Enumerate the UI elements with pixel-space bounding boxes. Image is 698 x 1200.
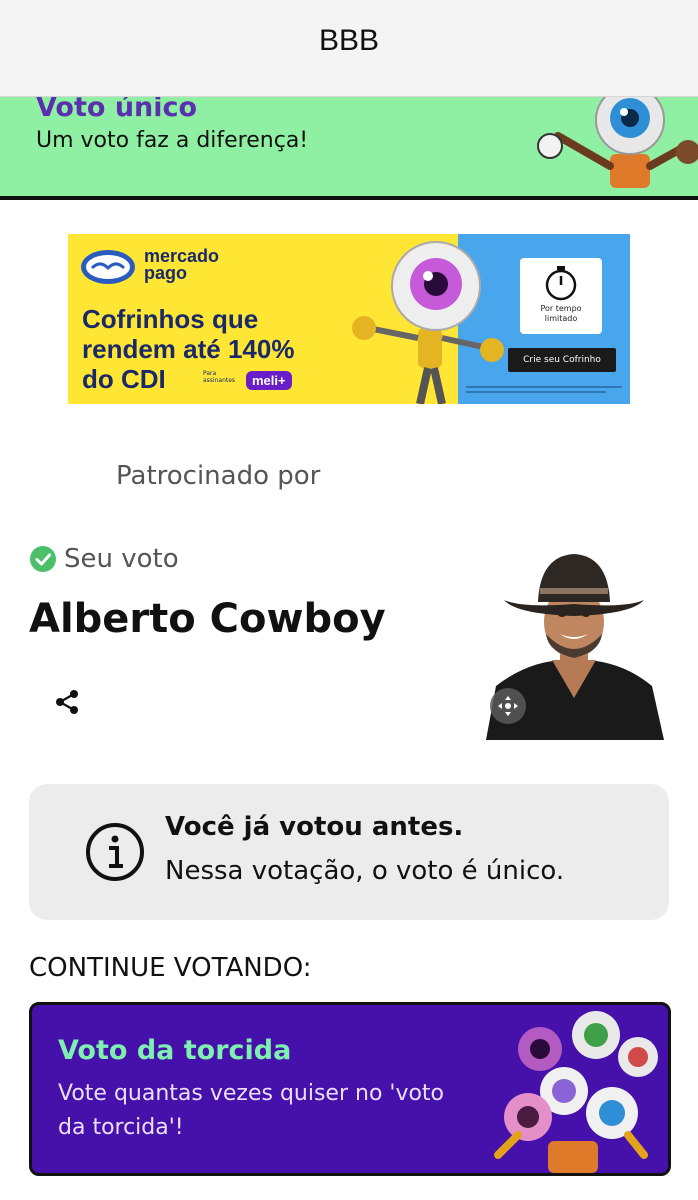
- move-arrows-icon[interactable]: [490, 688, 526, 724]
- vote-status-label: Seu voto: [64, 544, 179, 574]
- top-bar: BBB: [0, 0, 698, 97]
- ad-timer-text: Por tempo limitado: [520, 304, 602, 324]
- torcida-card-title: Voto da torcida: [58, 1035, 292, 1066]
- ad-headline-line1: Cofrinhos que: [82, 304, 259, 334]
- info-icon: [86, 823, 144, 881]
- handshake-logo-icon: [81, 250, 135, 284]
- ad-brand: mercado pago: [144, 247, 244, 283]
- voto-da-torcida-card[interactable]: Voto da torcida Vote quantas vezes quise…: [29, 1002, 671, 1176]
- mercado-pago-ad[interactable]: mercado pago Cofrinhos que rendem até 14…: [68, 234, 630, 404]
- meli-plus-badge: meli+: [246, 371, 292, 390]
- ad-headline-line2: rendem até 140%: [82, 334, 295, 364]
- ad-legal-lines: [466, 386, 622, 393]
- eye-mascots-group-icon: [494, 1011, 658, 1173]
- ad-timer-line2: limitado: [544, 314, 578, 323]
- stopwatch-icon: [545, 266, 577, 301]
- share-icon[interactable]: [53, 688, 81, 716]
- bbb-eye-mascot-icon: [537, 96, 698, 188]
- notice-title: Você já votou antes.: [165, 812, 464, 842]
- banner-subtitle: Um voto faz a diferença!: [36, 128, 309, 153]
- voto-unico-banner: Voto único Um voto faz a diferença!: [0, 96, 698, 200]
- page-title: BBB: [318, 24, 380, 57]
- ad-timer-line1: Por tempo: [540, 304, 582, 313]
- ad-fine-print: Para assinantes: [203, 370, 236, 384]
- ad-timer-box: Por tempo limitado: [520, 258, 602, 334]
- check-circle-icon: [30, 546, 56, 572]
- ad-cta-button[interactable]: Crie seu Cofrinho: [508, 348, 616, 372]
- candidate-name: Alberto Cowboy: [29, 596, 386, 642]
- banner-title: Voto único: [36, 96, 198, 123]
- ad-robot-mascot-icon: [352, 241, 504, 404]
- sponsored-label: Patrocinado por: [116, 461, 321, 491]
- torcida-card-text: Vote quantas vezes quiser no 'voto da to…: [58, 1081, 445, 1140]
- continue-voting-heading: CONTINUE VOTANDO:: [29, 953, 312, 983]
- already-voted-notice: Você já votou antes. Nessa votação, o vo…: [29, 784, 669, 920]
- notice-text: Nessa votação, o voto é único.: [165, 856, 565, 886]
- ad-brand-line2: pago: [144, 263, 187, 283]
